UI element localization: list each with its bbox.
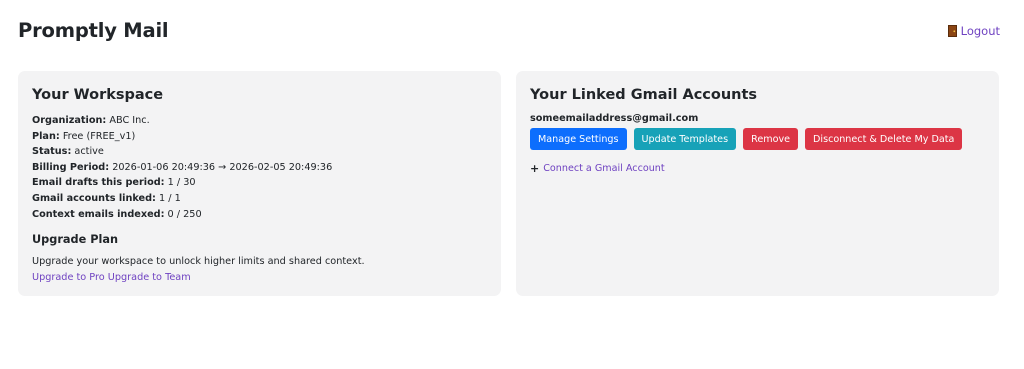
logout-label: Logout — [960, 24, 1000, 38]
upgrade-links: Upgrade to Pro Upgrade to Team — [32, 270, 487, 286]
organization-value: ABC Inc. — [106, 115, 150, 126]
upgrade-to-pro-link[interactable]: Upgrade to Pro — [32, 272, 105, 283]
email-drafts-value: 1 / 30 — [164, 177, 196, 189]
gmail-accounts-card: Your Linked Gmail Accounts someemailaddr… — [516, 71, 999, 296]
account-actions: Manage Settings Update Templates Remove … — [530, 128, 985, 150]
logout-link[interactable]: Logout — [947, 24, 1000, 38]
plan-row: Plan: Free (FREE_v1) — [32, 129, 487, 145]
billing-period-value: 2026-01-06 20:49:36 → 2026-02-05 20:49:3… — [109, 161, 333, 173]
page-title: Promptly Mail — [18, 19, 169, 42]
context-emails-value: 0 / 250 — [164, 208, 202, 220]
upgrade-description: Upgrade your workspace to unlock higher … — [32, 256, 365, 268]
billing-period-label: Billing Period: — [32, 161, 110, 173]
remove-button[interactable]: Remove — [743, 128, 799, 150]
upgrade-plan-title: Upgrade Plan — [32, 233, 119, 247]
plan-value: Free (FREE_v1) — [59, 130, 136, 142]
disconnect-delete-button[interactable]: Disconnect & Delete My Data — [805, 128, 963, 150]
status-value: active — [71, 146, 104, 158]
manage-settings-button[interactable]: Manage Settings — [530, 128, 627, 150]
plan-label: Plan: — [32, 130, 60, 142]
billing-period-row: Billing Period: 2026-01-06 20:49:36 → 20… — [32, 160, 487, 176]
connect-gmail-label: Connect a Gmail Account — [543, 163, 665, 174]
email-drafts-row: Email drafts this period: 1 / 30 — [32, 175, 487, 191]
workspace-title: Your Workspace — [32, 87, 164, 103]
gmail-accounts-title: Your Linked Gmail Accounts — [530, 87, 758, 103]
gmail-linked-label: Gmail accounts linked: — [32, 192, 156, 204]
connect-gmail-link[interactable]: + Connect a Gmail Account — [530, 163, 985, 174]
workspace-card: Your Workspace Organization: ABC Inc. Pl… — [18, 71, 501, 296]
context-emails-label: Context emails indexed: — [32, 208, 165, 220]
email-drafts-label: Email drafts this period: — [32, 177, 165, 189]
gmail-linked-row: Gmail accounts linked: 1 / 1 — [32, 191, 487, 207]
organization-row: Organization: ABC Inc. — [32, 113, 487, 129]
status-label: Status: — [32, 146, 72, 158]
gmail-linked-value: 1 / 1 — [155, 192, 181, 204]
plus-icon: + — [530, 162, 540, 175]
account-email: someemailaddress@gmail.com — [530, 113, 699, 124]
context-emails-row: Context emails indexed: 0 / 250 — [32, 207, 487, 223]
status-row: Status: active — [32, 144, 487, 160]
door-icon — [947, 25, 957, 37]
update-templates-button[interactable]: Update Templates — [633, 128, 737, 150]
upgrade-to-team-link[interactable]: Upgrade to Team — [108, 272, 191, 283]
organization-label: Organization: — [32, 115, 107, 126]
